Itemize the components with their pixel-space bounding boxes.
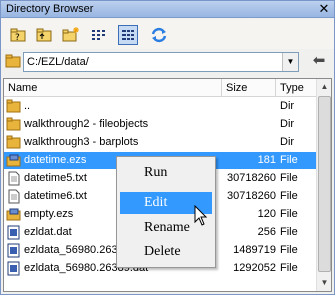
file-size: 30718260 [227,190,276,202]
file-size: 1292052 [233,262,276,274]
list-row[interactable]: .. Dir [4,98,316,115]
ezs-file-icon [6,207,22,222]
scroll-down-icon[interactable]: ▼ [317,275,331,291]
parent-folder-button[interactable] [34,25,54,45]
file-type: Dir [280,100,295,112]
column-header-size[interactable]: Size [222,79,276,97]
list-row[interactable]: walkthrough3 - barplots Dir [4,134,316,151]
file-size: 30718260 [227,172,276,184]
text-file-icon [6,171,22,186]
folder-icon [6,135,22,150]
help-folder-icon: ? [10,28,26,43]
file-size: 256 [257,226,276,238]
file-type: File [280,208,298,220]
file-type: Dir [280,136,295,148]
file-type: File [280,226,298,238]
file-size: 1489719 [233,244,276,256]
chevron-down-icon[interactable]: ▼ [282,53,298,71]
file-type: File [280,154,298,166]
file-type: Dir [280,118,295,130]
mouse-cursor-icon [194,205,208,226]
details-view-button[interactable] [118,25,138,45]
column-header-name[interactable]: Name [4,79,222,97]
list-view-icon [92,30,105,40]
file-name: walkthrough3 - barplots [24,136,139,148]
text-file-icon [6,189,22,204]
directory-browser-window: Directory Browser ✕ ? C:/EZL/data/ ▼ ⬅ N… [0,0,335,295]
scrollbar-thumb[interactable] [318,96,331,272]
toolbar: ? [1,19,334,49]
title-bar[interactable]: Directory Browser ✕ [1,1,334,18]
refresh-button[interactable] [149,25,169,45]
new-folder-button[interactable] [61,25,81,45]
file-name: walkthrough2 - fileobjects [24,118,149,130]
path-row: C:/EZL/data/ ▼ ⬅ [1,49,334,75]
window-title: Directory Browser [6,3,94,15]
file-size: 181 [257,154,276,166]
ezs-file-icon [6,153,22,168]
svg-text:?: ? [15,33,20,43]
close-icon[interactable]: ✕ [317,2,331,16]
column-header-type[interactable]: Type [276,79,316,97]
list-row[interactable]: walkthrough2 - fileobjects Dir [4,116,316,133]
list-view-button[interactable] [88,25,108,45]
details-view-icon [122,29,134,41]
scroll-up-icon[interactable]: ▲ [317,79,331,95]
up-folder-icon [36,28,52,42]
list-header: Name Size Type [4,79,316,97]
menu-item-delete[interactable]: Delete [120,241,212,263]
dat-file-icon [6,243,22,258]
folder-icon [6,99,22,114]
back-arrow-icon[interactable]: ⬅ [309,53,329,71]
file-size: 120 [257,208,276,220]
new-folder-icon [62,27,79,42]
file-name: .. [24,100,31,112]
folder-icon [5,54,21,68]
dat-file-icon [6,225,22,240]
menu-item-run[interactable]: Run [120,162,212,184]
file-type: File [280,244,298,256]
file-type: File [280,172,298,184]
file-type: File [280,190,298,202]
vertical-scrollbar[interactable]: ▲ ▼ [316,79,331,291]
dat-file-icon [6,261,22,276]
path-input[interactable]: C:/EZL/data/ [27,56,89,68]
help-folder-button[interactable]: ? [8,25,28,45]
refresh-icon [151,27,167,43]
folder-icon [6,117,22,132]
path-combobox[interactable]: C:/EZL/data/ ▼ [23,52,299,72]
file-type: File [280,262,298,274]
